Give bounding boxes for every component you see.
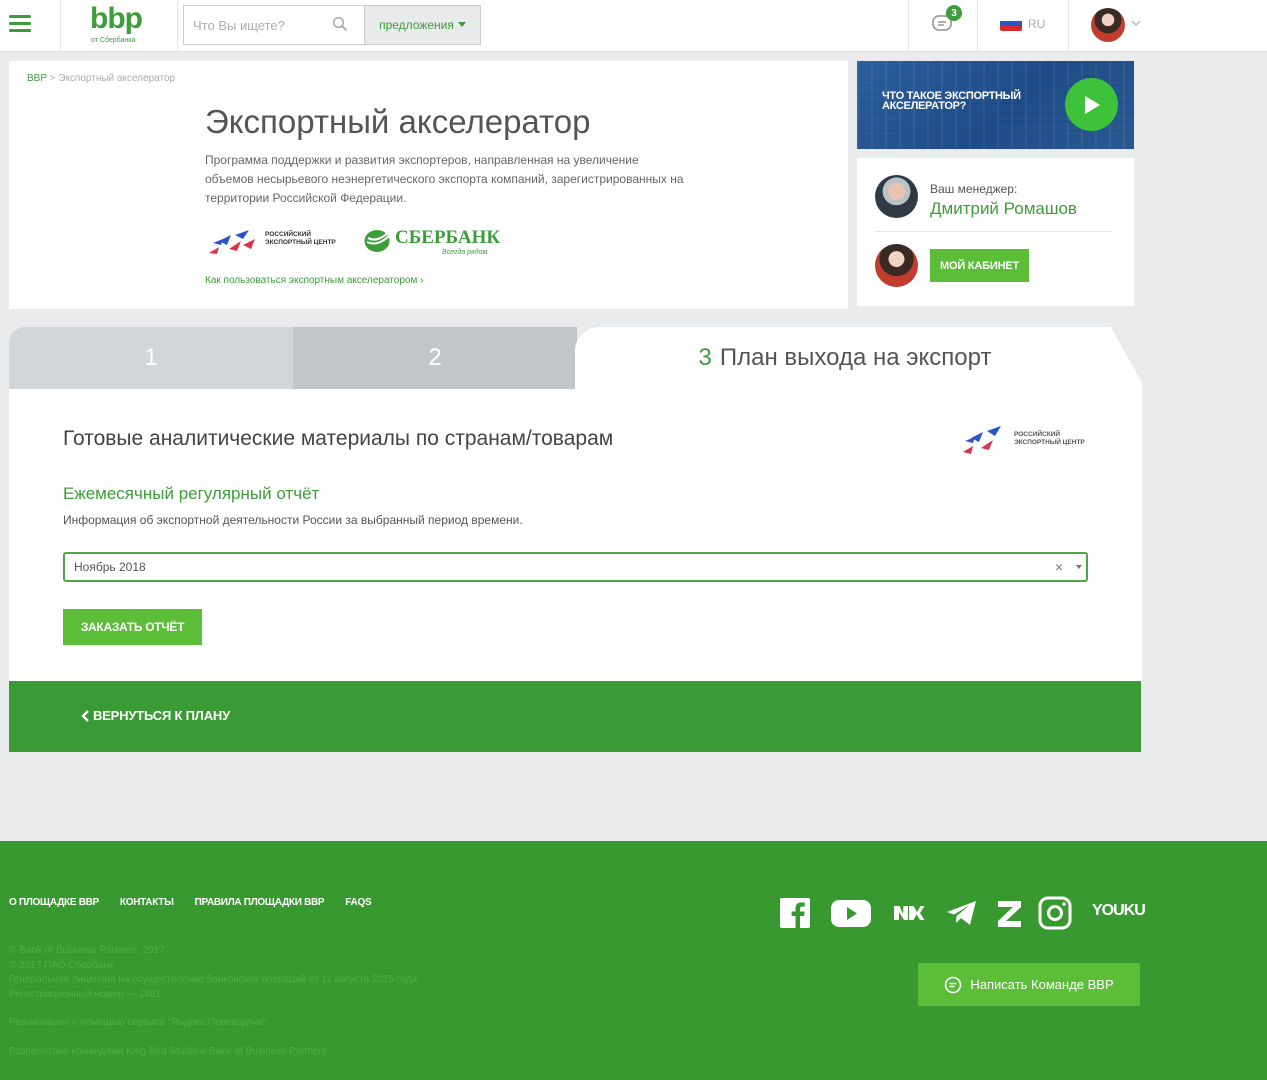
footer-note: Разработано командами King Bird Studio и…	[9, 1045, 327, 1057]
vk-icon[interactable]	[891, 896, 925, 930]
logo-text: bbp	[90, 2, 143, 35]
period-selected-value: Ноябрь 2018	[74, 560, 146, 574]
chevron-down-icon[interactable]	[1131, 18, 1141, 28]
header-divider	[977, 0, 978, 52]
search-icon[interactable]	[332, 16, 348, 32]
header-divider	[908, 0, 909, 52]
breadcrumb-root-link[interactable]: BBP	[27, 73, 47, 84]
accelerator-intro-panel: BBP > Экспортный акселератор Экспортный …	[9, 61, 848, 309]
report-title: Ежемесячный регулярный отчёт	[63, 484, 320, 503]
video-title: Что такое экспортный акселератор?	[882, 90, 1021, 112]
facebook-icon[interactable]	[779, 896, 813, 930]
caret-down-icon[interactable]	[1076, 565, 1082, 569]
rec-logo-text: РОССИЙСКИЙ ЭКСПОРТНЫЙ ЦЕНТР	[265, 231, 336, 246]
chat-icon	[945, 976, 962, 993]
order-report-button[interactable]: Заказать отчёт	[63, 609, 202, 645]
footer-link-about[interactable]: О площадке BBP	[9, 897, 99, 908]
manager-avatar	[875, 175, 918, 218]
back-link-label: Вернуться к плану	[93, 708, 230, 723]
zen-icon[interactable]	[993, 896, 1027, 930]
rec-logo: РОССИЙСКИЙ ЭКСПОРТНЫЙ ЦЕНТР	[961, 424, 1091, 458]
license-line: Генеральная лицензия на осуществление ба…	[9, 974, 418, 985]
step-tab-2[interactable]: 2	[293, 327, 577, 389]
rec-logo-text: РОССИЙСКИЙ ЭКСПОРТНЫЙ ЦЕНТР	[1014, 431, 1085, 446]
chevron-left-icon	[81, 709, 89, 722]
breadcrumb: BBP > Экспортный акселератор	[27, 73, 175, 84]
telegram-icon[interactable]	[945, 896, 979, 930]
offers-dropdown-button[interactable]: предложения	[364, 6, 480, 44]
top-navigation-bar: bbp от Сбербанка предложения 3 RU	[0, 0, 1267, 52]
copyright-line: © 2017 ПАО Сбербанк	[9, 959, 114, 971]
my-cabinet-button[interactable]: Мой кабинет	[930, 249, 1029, 282]
play-button[interactable]	[1065, 78, 1118, 131]
sberbank-logo-icon	[364, 230, 390, 252]
youtube-icon[interactable]	[830, 896, 872, 930]
language-selector[interactable]: RU	[1028, 17, 1045, 31]
footer: О площадке BBP Контакты Правила площадки…	[0, 841, 1267, 1080]
page-title: Экспортный акселератор	[205, 103, 591, 140]
footer-link-contacts[interactable]: Контакты	[120, 897, 174, 908]
step-label: План выхода на экспорт	[719, 344, 992, 371]
breadcrumb-separator: >	[49, 73, 56, 84]
registration-line: Регистрационный номер — 1481	[9, 988, 162, 1000]
instagram-icon[interactable]	[1038, 896, 1072, 930]
manager-label: Ваш менеджер:	[930, 182, 1018, 196]
step-number: 3	[698, 344, 712, 371]
write-team-button[interactable]: Написать Команде BBP	[918, 963, 1140, 1006]
sberbank-tagline: Всегда рядом	[442, 249, 488, 256]
menu-icon[interactable]	[9, 15, 31, 33]
header-divider	[1068, 0, 1069, 52]
copyright-line: © Bank of Business Partners, 2017	[9, 945, 165, 956]
steps-tabs: 1 2 3 План выхода на экспорт	[9, 327, 1142, 389]
intro-video-banner[interactable]: Что такое экспортный акселератор?	[857, 61, 1134, 149]
report-description: Информация об экспортной деятельности Ро…	[63, 513, 523, 527]
howto-link[interactable]: Как пользоваться экспортным акселераторо…	[205, 275, 423, 286]
russia-flag-icon[interactable]	[1000, 16, 1022, 31]
footer-link-rules[interactable]: Правила площадки BBP	[195, 897, 325, 908]
offers-label: предложения	[379, 18, 454, 32]
sberbank-logo-text: СБЕРБАНК	[395, 227, 501, 248]
step-number: 1	[144, 344, 158, 371]
user-avatar[interactable]	[1091, 8, 1125, 42]
write-team-label: Написать Команде BBP	[970, 977, 1114, 992]
period-select[interactable]: Ноябрь 2018 ×	[63, 552, 1088, 582]
footer-nav: О площадке BBP Контакты Правила площадки…	[9, 897, 372, 908]
play-icon	[1084, 95, 1100, 114]
step-tab-3[interactable]: 3 План выхода на экспорт	[575, 327, 1115, 389]
logo[interactable]: bbp от Сбербанка	[60, 0, 178, 52]
section-title: Готовые аналитические материалы по стран…	[63, 427, 614, 450]
footer-link-faq[interactable]: FAQs	[345, 897, 371, 908]
divider	[875, 231, 1113, 232]
breadcrumb-current: Экспортный акселератор	[58, 73, 176, 84]
page-description: Программа поддержки и развития экспортер…	[205, 153, 684, 205]
rec-logo-icon	[209, 230, 255, 254]
search-box: предложения	[183, 5, 481, 45]
messages-count-badge: 3	[946, 5, 962, 21]
manager-name-link[interactable]: Дмитрий Ромашов	[930, 199, 1077, 219]
howto-link-label: Как пользоваться экспортным акселераторо…	[205, 275, 418, 286]
caret-down-icon	[457, 22, 466, 27]
rec-logo-icon	[963, 426, 1001, 454]
back-bar: Вернуться к плану	[9, 681, 1141, 752]
youku-icon[interactable]: YOUKU	[1092, 902, 1146, 920]
analytics-panel: Готовые аналитические материалы по стран…	[9, 389, 1142, 681]
clear-icon[interactable]: ×	[1055, 559, 1063, 575]
logo-subtitle: от Сбербанка	[91, 37, 136, 44]
footer-legal: © Bank of Business Partners, 2017 © 2017…	[9, 944, 544, 1059]
step-number: 2	[428, 344, 442, 371]
back-to-plan-link[interactable]: Вернуться к плану	[81, 708, 230, 723]
partner-logos: РОССИЙСКИЙ ЭКСПОРТНЫЙ ЦЕНТР СБЕРБАНК Все…	[205, 223, 505, 261]
user-avatar-small	[875, 244, 918, 287]
manager-card: Ваш менеджер: Дмитрий Ромашов Мой кабине…	[857, 158, 1134, 306]
footer-note: Реализовано с помощью сервиса "Яндекс.Пе…	[9, 1017, 267, 1028]
step-tab-1[interactable]: 1	[9, 327, 293, 389]
